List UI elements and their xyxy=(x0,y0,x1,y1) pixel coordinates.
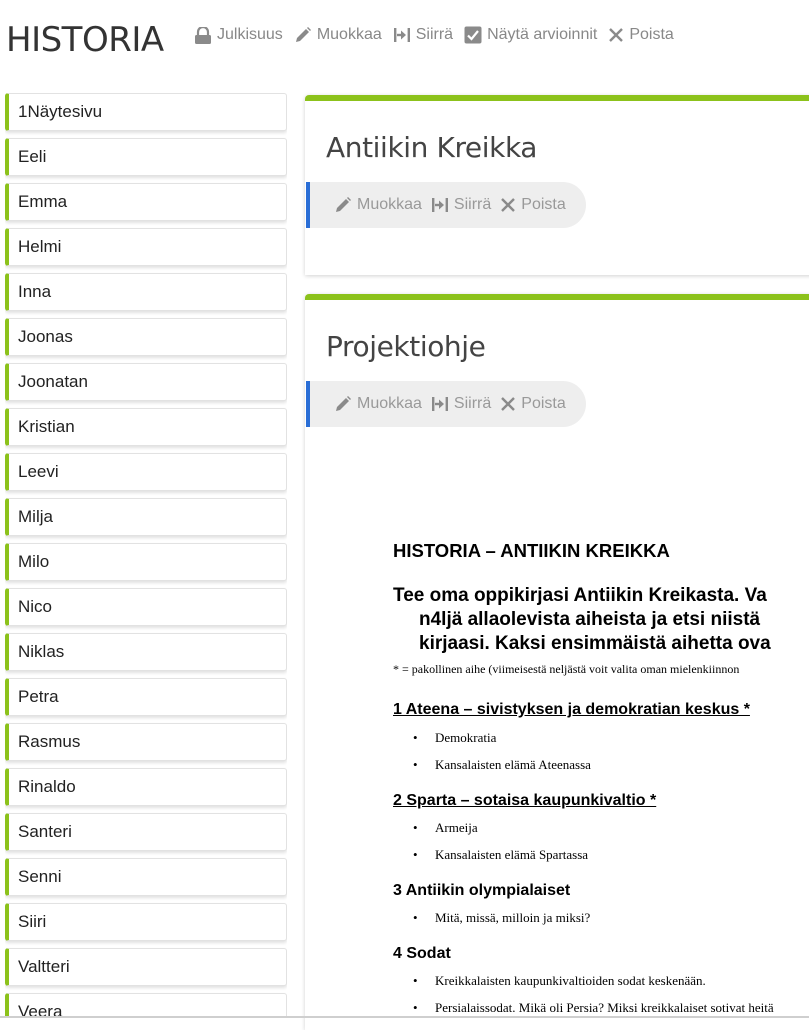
card-delete-button[interactable]: Poista xyxy=(500,395,566,413)
card-action-bar: Muokkaa Siirrä Poista xyxy=(306,381,586,427)
visibility-label: Julkisuus xyxy=(217,26,283,43)
show-assessments-label: Näytä arvioinnit xyxy=(487,26,598,43)
list-item: Persialaissodat. Mikä oli Persia? Miksi … xyxy=(413,999,774,1026)
document-intro: Tee oma oppikirjasi Antiikin Kreikasta. … xyxy=(393,584,771,656)
document-heading: HISTORIA – ANTIIKIN KREIKKA xyxy=(393,540,670,561)
sidebar-item-siiri[interactable]: Siiri xyxy=(5,903,287,941)
edit-label: Muokkaa xyxy=(316,26,382,43)
document-bullet-list: Armeija Kansalaisten elämä Spartassa xyxy=(413,819,588,873)
sidebar-item-helmi[interactable]: Helmi xyxy=(5,228,287,266)
card-move-label: Siirrä xyxy=(453,196,492,213)
list-item: Armeija xyxy=(413,819,588,846)
sidebar-item-nico[interactable]: Nico xyxy=(5,588,287,626)
edit-button[interactable]: Muokkaa xyxy=(294,26,382,44)
card-delete-label: Poista xyxy=(521,196,566,213)
card-edit-button[interactable]: Muokkaa xyxy=(334,196,422,214)
document-intro-line: n4ljä allaolevista aiheista ja etsi niis… xyxy=(419,609,761,630)
move-button[interactable]: Siirrä xyxy=(393,26,453,44)
delete-button[interactable]: Poista xyxy=(608,26,674,44)
section-card-antiikin-kreikka: Antiikin Kreikka Muokkaa Siirrä Poista xyxy=(305,95,809,275)
sidebar-item-rasmus[interactable]: Rasmus xyxy=(5,723,287,761)
delete-label: Poista xyxy=(629,26,674,43)
card-move-button[interactable]: Siirrä xyxy=(431,395,491,413)
document-section-title: 1 Ateena – sivistyksen ja demokratian ke… xyxy=(393,701,750,718)
list-item: Mitä, missä, milloin ja miksi? xyxy=(413,909,590,936)
sidebar-item-milo[interactable]: Milo xyxy=(5,543,287,581)
student-sidebar: 1Näytesivu Eeli Emma Helmi Inna Joonas J… xyxy=(5,93,287,1018)
document-bullet-list: Mitä, missä, milloin ja miksi? xyxy=(413,909,590,936)
sidebar-item-joonatan[interactable]: Joonatan xyxy=(5,363,287,401)
page-title: HISTORIA xyxy=(6,20,164,60)
sidebar-item-petra[interactable]: Petra xyxy=(5,678,287,716)
card-edit-label: Muokkaa xyxy=(357,395,422,412)
top-header: HISTORIA Julkisuus Muokkaa Siirrä Näytä … xyxy=(0,0,809,80)
sidebar-item-joonas[interactable]: Joonas xyxy=(5,318,287,356)
page-toolbar: Julkisuus Muokkaa Siirrä Näytä arvioinni… xyxy=(194,24,685,46)
visibility-button[interactable]: Julkisuus xyxy=(194,26,283,44)
list-item: Demokratia xyxy=(413,729,591,756)
card-edit-label: Muokkaa xyxy=(357,196,422,213)
checkbox-icon xyxy=(464,26,482,44)
document-section-title: 4 Sodat xyxy=(393,945,451,962)
document-section-title: 2 Sparta – sotaisa kaupunkivaltio * xyxy=(393,792,657,809)
sidebar-item-veera[interactable]: Veera xyxy=(5,993,287,1018)
sidebar-item-inna[interactable]: Inna xyxy=(5,273,287,311)
close-icon xyxy=(609,28,624,42)
sidebar-item-santeri[interactable]: Santeri xyxy=(5,813,287,851)
sidebar-item-kristian[interactable]: Kristian xyxy=(5,408,287,446)
card-move-button[interactable]: Siirrä xyxy=(431,196,491,214)
card-title: Antiikin Kreikka xyxy=(326,131,538,164)
document-section-title: 3 Antiikin olympialaiset xyxy=(393,882,571,899)
sidebar-item-1naytesivu[interactable]: 1Näytesivu xyxy=(5,93,287,131)
move-icon xyxy=(431,397,448,411)
sidebar-item-valtteri[interactable]: Valtteri xyxy=(5,948,287,986)
list-item: Kansalaisten elämä Ateenassa xyxy=(413,756,591,783)
card-move-label: Siirrä xyxy=(453,395,492,412)
pencil-icon xyxy=(336,197,351,212)
document-intro-line: kirjaasi. Kaksi ensimmäistä aihetta ova xyxy=(419,633,771,654)
move-label: Siirrä xyxy=(415,26,454,43)
sidebar-item-eeli[interactable]: Eeli xyxy=(5,138,287,176)
sidebar-item-rinaldo[interactable]: Rinaldo xyxy=(5,768,287,806)
pencil-icon xyxy=(336,396,351,411)
show-assessments-button[interactable]: Näytä arvioinnit xyxy=(464,26,597,44)
document-bullet-list: Demokratia Kansalaisten elämä Ateenassa xyxy=(413,729,591,783)
sidebar-item-emma[interactable]: Emma xyxy=(5,183,287,221)
close-icon xyxy=(501,198,516,212)
list-item: Kreikkalaisten kaupunkivaltioiden sodat … xyxy=(413,972,774,999)
sidebar-item-milja[interactable]: Milja xyxy=(5,498,287,536)
card-edit-button[interactable]: Muokkaa xyxy=(334,395,422,413)
document-note: * = pakollinen aihe (viimeisestä neljäst… xyxy=(393,662,740,676)
close-icon xyxy=(501,397,516,411)
card-title: Projektiohje xyxy=(326,330,486,363)
sidebar-item-senni[interactable]: Senni xyxy=(5,858,287,896)
move-icon xyxy=(393,28,410,42)
card-delete-button[interactable]: Poista xyxy=(500,196,566,214)
card-action-bar: Muokkaa Siirrä Poista xyxy=(306,182,586,228)
move-icon xyxy=(431,198,448,212)
lock-icon xyxy=(195,26,211,44)
sidebar-item-niklas[interactable]: Niklas xyxy=(5,633,287,671)
list-item: Kansalaisten elämä Spartassa xyxy=(413,846,588,873)
section-card-projektiohje: Projektiohje Muokkaa Siirrä Poista HISTO… xyxy=(305,294,809,1030)
document-intro-line: Tee oma oppikirjasi Antiikin Kreikasta. … xyxy=(393,585,767,606)
sidebar-item-leevi[interactable]: Leevi xyxy=(5,453,287,491)
card-delete-label: Poista xyxy=(521,395,566,412)
pencil-icon xyxy=(295,27,311,42)
